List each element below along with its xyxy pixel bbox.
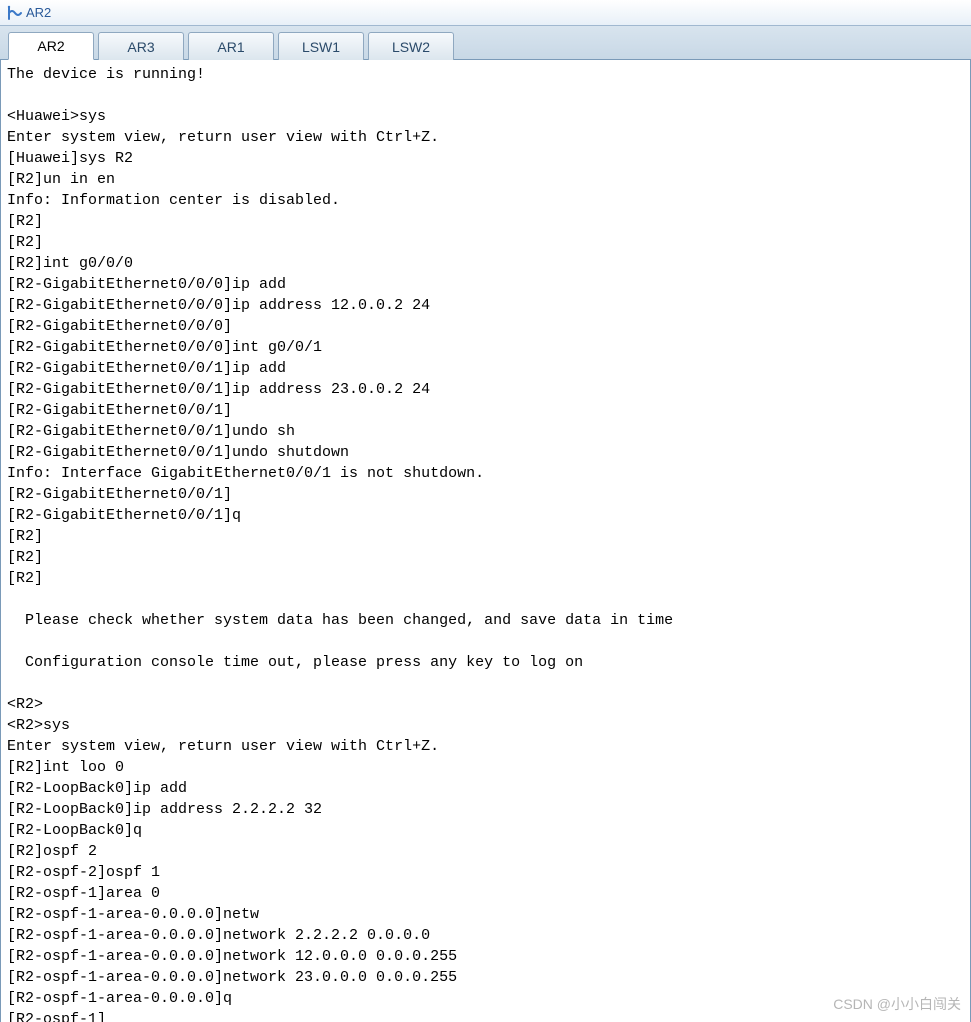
tab-lsw1[interactable]: LSW1 [278,32,364,60]
tab-ar1[interactable]: AR1 [188,32,274,60]
tabstrip: AR2 AR3 AR1 LSW1 LSW2 [0,26,971,60]
tab-lsw2[interactable]: LSW2 [368,32,454,60]
terminal-output[interactable]: The device is running! <Huawei>sys Enter… [0,60,971,1022]
window-title: AR2 [26,5,51,20]
tab-ar3[interactable]: AR3 [98,32,184,60]
titlebar: AR2 [0,0,971,26]
tab-ar2[interactable]: AR2 [8,32,94,60]
app-icon [6,5,22,21]
